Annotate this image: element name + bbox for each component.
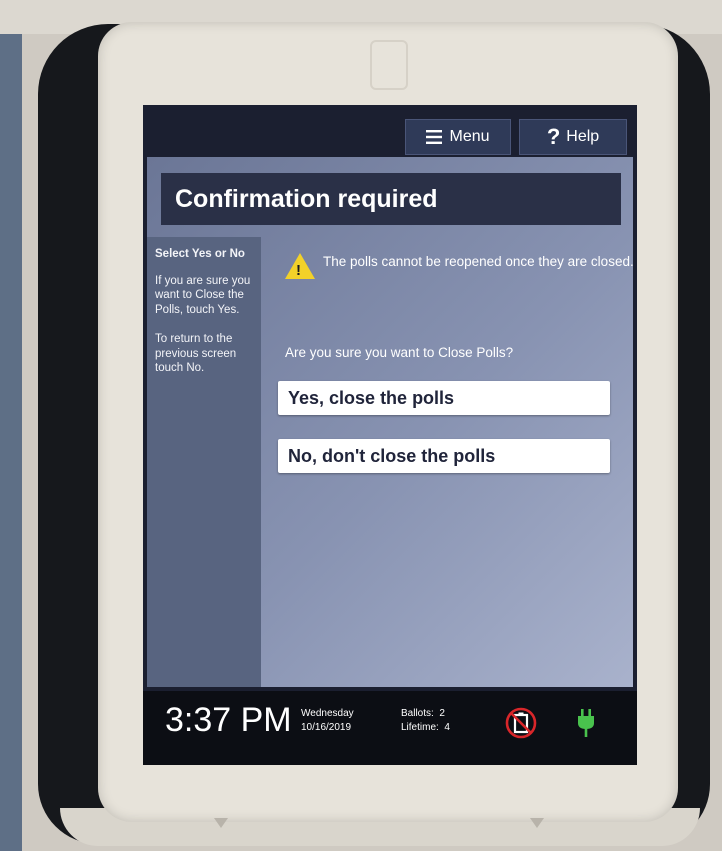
- lifetime-label: Lifetime:: [401, 721, 439, 733]
- ballots-label: Ballots:: [401, 708, 434, 719]
- instruction-no: To return to the previous screen touch N…: [155, 332, 237, 375]
- help-button[interactable]: ? Help: [519, 119, 627, 155]
- warning-icon: !: [285, 253, 315, 279]
- background-wall: [0, 0, 22, 851]
- instruction-panel: Select Yes or No If you are sure you wan…: [147, 237, 261, 687]
- dialog-content: Confirmation required Select Yes or No I…: [147, 157, 634, 687]
- menu-button[interactable]: Menu: [405, 119, 511, 155]
- no-dont-close-polls-button[interactable]: No, don't close the polls: [278, 439, 610, 473]
- lifetime-value: 4: [444, 721, 450, 733]
- yes-close-polls-button[interactable]: Yes, close the polls: [278, 381, 610, 415]
- voting-machine-screen: Menu ? Help Confirmation required Select…: [143, 105, 637, 765]
- confirmation-question: Are you sure you want to Close Polls?: [285, 345, 514, 360]
- date-value: 10/16/2019: [301, 721, 352, 733]
- ballots-value: 2: [439, 708, 445, 719]
- hamburger-icon: [426, 130, 443, 144]
- date-display: Wednesday 10/16/2019: [301, 707, 354, 734]
- help-label: Help: [566, 128, 600, 145]
- page-title: Confirmation required: [161, 173, 621, 225]
- bezel-notch-left: [214, 818, 228, 828]
- instruction-heading: Select Yes or No: [155, 248, 245, 260]
- menu-label: Menu: [449, 128, 490, 145]
- device-logo: [370, 40, 408, 90]
- power-plug-icon: [578, 709, 594, 737]
- warning-message: ! The polls cannot be reopened once they…: [285, 253, 637, 279]
- ballot-counter: Ballots: 2 Lifetime: 4: [401, 707, 450, 734]
- question-icon: ?: [546, 124, 561, 149]
- weekday: Wednesday: [301, 708, 354, 719]
- bezel-notch-right: [530, 818, 544, 828]
- no-battery-icon: [505, 707, 537, 739]
- warning-text: The polls cannot be reopened once they a…: [323, 254, 634, 269]
- instruction-yes: If you are sure you want to Close the Po…: [155, 274, 251, 317]
- status-bar: 3:37 PM Wednesday 10/16/2019 Ballots: 2 …: [143, 691, 637, 765]
- clock-time: 3:37 PM: [165, 701, 292, 739]
